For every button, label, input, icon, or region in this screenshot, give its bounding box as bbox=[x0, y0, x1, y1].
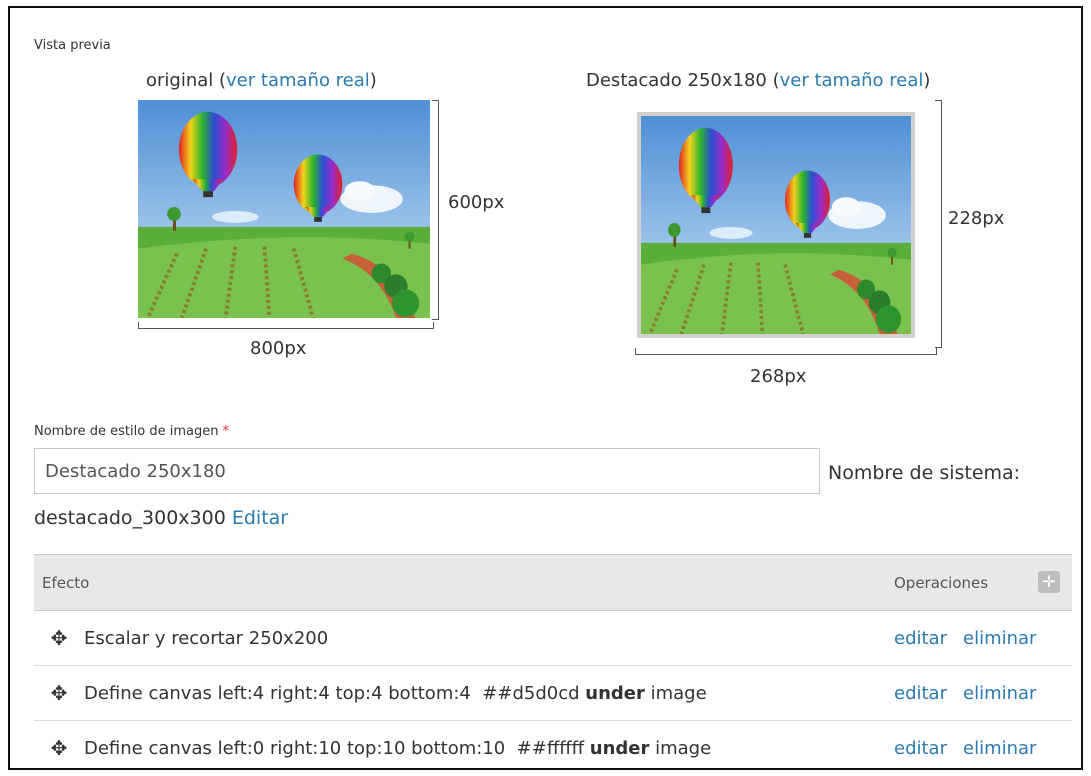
machine-name: destacado_300x300 bbox=[34, 507, 226, 529]
effects-table: Efecto Operaciones ✛ ✥ Escalar y recorta… bbox=[34, 554, 1072, 768]
effect-description: Escalar y recortar 250x200 bbox=[84, 610, 894, 666]
original-height-label: 600px bbox=[448, 192, 505, 213]
drag-handle-icon[interactable]: ✥ bbox=[34, 720, 84, 768]
derived-height-label: 228px bbox=[948, 208, 1005, 229]
style-name-label-text: Nombre de estilo de imagen bbox=[34, 424, 219, 439]
effect-row: ✥ Escalar y recortar 250x200 editar elimi… bbox=[34, 610, 1072, 666]
original-view-full-size-link[interactable]: ver tamaño real bbox=[226, 70, 370, 91]
drag-handle-icon[interactable]: ✥ bbox=[34, 665, 84, 721]
original-width-bracket bbox=[138, 322, 434, 329]
effect-description: Define canvas left:0 right:10 top:10 bot… bbox=[84, 720, 894, 768]
edit-machine-name-link[interactable]: Editar bbox=[232, 507, 288, 529]
effect-description: Define canvas left:4 right:4 top:4 botto… bbox=[84, 665, 894, 721]
effect-row: ✥ Define canvas left:0 right:10 top:10 b… bbox=[34, 720, 1072, 768]
derived-image[interactable] bbox=[637, 112, 915, 338]
delete-effect-link[interactable]: eliminar bbox=[963, 628, 1036, 649]
effect-column-header: Efecto bbox=[34, 554, 894, 611]
effect-bold-text: under bbox=[589, 737, 650, 759]
delete-effect-link[interactable]: eliminar bbox=[963, 683, 1036, 704]
derived-title: Destacado 250x180 bbox=[586, 70, 767, 91]
effect-text: Define canvas left:4 right:4 top:4 botto… bbox=[84, 682, 586, 704]
operations-header-text: Operaciones bbox=[894, 573, 989, 592]
effect-text: Escalar y recortar 250x200 bbox=[84, 627, 329, 649]
effect-text: Define canvas left:0 right:10 top:10 bot… bbox=[84, 737, 590, 759]
required-marker: * bbox=[222, 424, 230, 439]
effect-text-tail: image bbox=[644, 682, 707, 704]
image-style-form: Vista previa original (ver tamaño real) … bbox=[8, 6, 1083, 770]
edit-effect-link[interactable]: editar bbox=[894, 738, 947, 759]
style-name-input[interactable] bbox=[34, 448, 820, 494]
effect-text-tail: image bbox=[649, 737, 712, 759]
row-weights-toggle-icon[interactable]: ✛ bbox=[1038, 571, 1060, 593]
derived-view-full-size-link[interactable]: ver tamaño real bbox=[780, 70, 924, 91]
original-title: original bbox=[146, 70, 214, 91]
effect-bold-text: under bbox=[585, 682, 645, 704]
original-height-bracket bbox=[432, 100, 439, 320]
effects-table-header: Efecto Operaciones ✛ bbox=[34, 554, 1072, 611]
edit-effect-link[interactable]: editar bbox=[894, 683, 947, 704]
derived-height-bracket bbox=[935, 100, 942, 348]
derived-preview-title: Destacado 250x180 (ver tamaño real) bbox=[586, 70, 931, 91]
system-name-label: Nombre de sistema: bbox=[828, 462, 1021, 484]
machine-name-row: destacado_300x300 Editar bbox=[34, 507, 288, 529]
original-preview-title: original (ver tamaño real) bbox=[146, 70, 377, 91]
derived-width-bracket bbox=[635, 348, 937, 355]
effect-operations: editar eliminar bbox=[894, 665, 1072, 721]
derived-width-label: 268px bbox=[750, 366, 807, 387]
drag-handle-icon[interactable]: ✥ bbox=[34, 610, 84, 666]
operations-column-header: Operaciones ✛ bbox=[894, 554, 1072, 611]
effect-operations: editar eliminar bbox=[894, 720, 1072, 768]
original-width-label: 800px bbox=[250, 338, 307, 359]
effect-operations: editar eliminar bbox=[894, 610, 1072, 666]
style-name-label: Nombre de estilo de imagen * bbox=[34, 424, 229, 439]
effect-row: ✥ Define canvas left:4 right:4 top:4 bot… bbox=[34, 665, 1072, 721]
original-image[interactable] bbox=[138, 100, 430, 318]
delete-effect-link[interactable]: eliminar bbox=[963, 738, 1036, 759]
preview-label: Vista previa bbox=[34, 38, 111, 53]
edit-effect-link[interactable]: editar bbox=[894, 628, 947, 649]
